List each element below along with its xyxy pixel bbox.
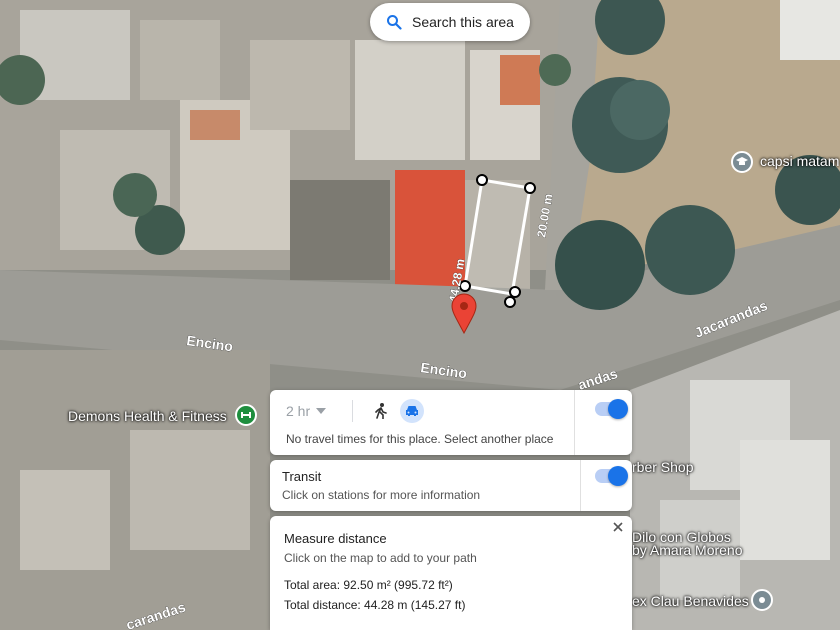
store-poi-icon[interactable] [751, 589, 773, 611]
car-icon [406, 406, 418, 416]
transit-panel: Transit Click on stations for more infor… [270, 460, 632, 511]
close-button[interactable] [610, 519, 626, 535]
poi-label-barber-shop[interactable]: rber Shop [632, 459, 693, 475]
total-area: Total area: 92.50 m² (995.72 ft²) [284, 578, 453, 592]
close-icon [613, 522, 623, 532]
measure-vertex[interactable] [476, 174, 488, 186]
measure-vertex[interactable] [504, 296, 516, 308]
measure-vertex[interactable] [509, 286, 521, 298]
divider [352, 400, 353, 422]
search-this-area-label: Search this area [412, 14, 514, 30]
measure-title: Measure distance [284, 531, 387, 546]
travel-time-toggle[interactable] [595, 399, 628, 419]
transit-title: Transit [282, 469, 322, 484]
chevron-down-icon [316, 408, 327, 414]
measure-instruction: Click on the map to add to your path [284, 551, 477, 565]
travel-time-panel: 2 hr No travel times for this place. Sel… [270, 390, 632, 455]
travel-message: No travel times for this place. Select a… [286, 432, 554, 446]
search-this-area-button[interactable]: Search this area [370, 3, 530, 41]
duration-value: 2 hr [286, 403, 311, 419]
measure-distance-panel: Measure distance Click on the map to add… [270, 516, 632, 630]
school-poi-icon[interactable] [731, 151, 753, 173]
transit-toggle[interactable] [595, 466, 628, 486]
total-distance: Total distance: 44.28 m (145.27 ft) [284, 598, 466, 612]
search-icon [387, 15, 402, 30]
walk-mode-button[interactable] [370, 400, 392, 422]
panel-divider [580, 460, 581, 511]
transit-subtitle: Click on stations for more information [282, 488, 481, 502]
gym-poi-icon[interactable] [235, 404, 257, 426]
drive-mode-button[interactable] [400, 399, 424, 423]
poi-label-demons-health-fitness[interactable]: Demons Health & Fitness [68, 408, 227, 424]
poi-label-clau-benavides[interactable]: ex Clau Benavides [632, 593, 749, 609]
poi-label-capsi[interactable]: capsi matam [760, 153, 839, 169]
walk-icon [375, 403, 387, 419]
duration-dropdown[interactable]: 2 hr [286, 403, 327, 419]
panel-divider [574, 390, 575, 455]
measure-vertex[interactable] [524, 182, 536, 194]
poi-label-amara-moreno[interactable]: by Amara Moreno [632, 542, 743, 558]
